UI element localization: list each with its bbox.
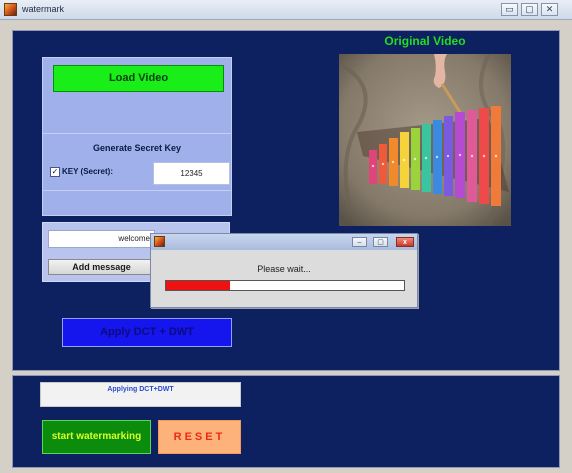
close-button[interactable]: ✕ <box>541 3 558 16</box>
progress-bar-fill <box>166 281 230 290</box>
window-title: watermark <box>22 4 65 14</box>
dialog-maximize-button[interactable]: ▢ <box>373 237 388 247</box>
minimize-button[interactable]: ▭ <box>501 3 518 16</box>
start-watermarking-button[interactable]: start watermarking <box>42 420 151 454</box>
panel-divider <box>42 190 232 191</box>
dialog-close-button[interactable]: x <box>396 237 414 247</box>
video-frame <box>339 54 511 226</box>
generate-key-heading: Generate Secret Key <box>92 143 182 153</box>
message-input[interactable]: welcome <box>48 230 155 248</box>
please-wait-text: Please wait... <box>257 264 311 274</box>
matlab-icon <box>154 236 165 247</box>
original-video-title: Original Video <box>384 34 466 48</box>
apply-dct-dwt-button[interactable]: Apply DCT + DWT <box>62 318 232 347</box>
window-titlebar[interactable] <box>0 0 572 20</box>
status-text: Applying DCT+DWT <box>40 382 241 407</box>
load-video-button[interactable]: Load Video <box>53 65 224 92</box>
add-message-button[interactable]: Add message <box>48 259 155 275</box>
dialog-minimize-button[interactable]: – <box>352 237 367 247</box>
key-checkbox-label: KEY (Secret): <box>62 167 113 176</box>
panel-divider <box>42 133 232 134</box>
key-checkbox[interactable]: ✓ <box>50 167 60 177</box>
secret-key-input[interactable]: 12345 <box>153 162 230 185</box>
maximize-button[interactable]: ▢ <box>521 3 538 16</box>
xylophone-image <box>339 54 511 226</box>
reset-button[interactable]: RESET <box>158 420 241 454</box>
matlab-icon <box>4 3 17 16</box>
